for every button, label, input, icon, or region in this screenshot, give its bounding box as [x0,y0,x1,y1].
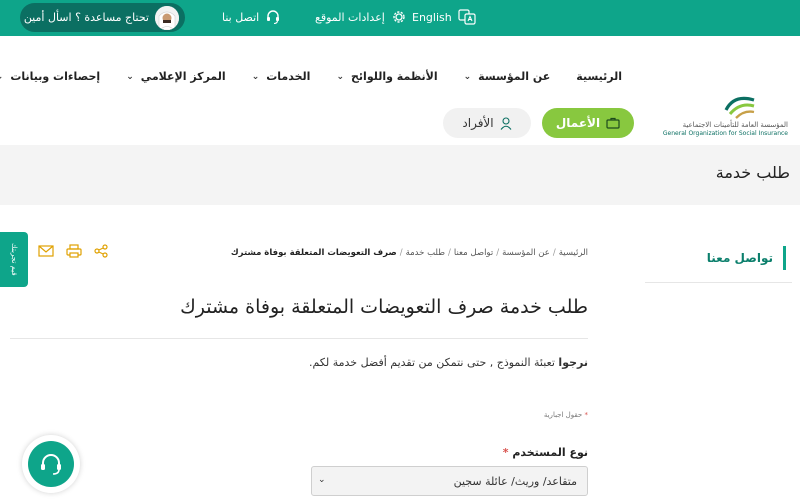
breadcrumb-separator: / [448,248,451,258]
headset-icon [41,454,61,475]
logo-name-en: General Organization for Social Insuranc… [662,130,788,137]
content-divider [10,338,588,339]
user-type-value: متقاعد/ وريث/ عائلة سجين [453,475,577,488]
printer-icon [66,244,82,258]
nav-item-statistics[interactable]: إحصاءات وبيانات ⌄ [0,70,100,83]
briefcase-icon [606,117,620,129]
sidebar-divider [645,282,792,283]
chevron-down-icon: ⌄ [336,71,344,82]
top-bar: تحتاج مساعدة ؟ اسأل أمين اتصل بنا إعدادا… [0,0,800,36]
breadcrumb-separator: / [496,248,500,258]
assistant-button[interactable]: تحتاج مساعدة ؟ اسأل أمين [20,3,185,32]
individuals-button[interactable]: الأفراد [443,108,531,138]
chevron-down-icon: ⌄ [463,71,472,82]
language-label: English [412,10,452,24]
service-title: طلب خدمة صرف التعويضات المتعلقة بوفاة مش… [180,296,588,318]
print-button[interactable] [65,244,83,258]
share-icon [94,244,108,258]
nav-item-label: الرئيسية [576,70,622,83]
site-settings-link[interactable]: إعدادات الموقع [315,9,407,25]
nav-item-about[interactable]: عن المؤسسة ⌄ [464,70,551,83]
nav-item-label: المركز الإعلامي [140,70,226,83]
nav-item-label: عن المؤسسة [478,70,551,83]
chevron-down-icon: ⌄ [126,71,134,82]
assistant-avatar [155,5,179,30]
business-label: الأعمال [555,116,601,130]
user-icon [500,116,512,130]
required-fields-note: * حقول اجبارية [544,411,588,419]
breadcrumb-home[interactable]: الرئيسية [559,248,588,258]
chevron-down-icon: ⌄ [251,71,260,82]
nav-item-services[interactable]: الخدمات ⌄ [252,70,311,83]
share-button[interactable] [92,244,110,258]
breadcrumb: الرئيسية/عن المؤسسة/تواصل معنا/طلب خدمة/… [231,248,588,258]
nav-item-home[interactable]: الرئيسية [576,70,622,83]
assistant-label: تحتاج مساعدة ؟ اسأل أمين [23,11,149,24]
feedback-side-tab[interactable]: قيم تجربتك [0,232,28,287]
feedback-label: قيم تجربتك [10,243,18,276]
required-note-text: حقول اجبارية [543,411,583,419]
nav-item-regulations[interactable]: الأنظمة واللوائح ⌄ [336,70,437,83]
support-chat-button[interactable] [22,435,80,493]
business-button[interactable]: الأعمال [542,108,634,138]
sidebar-contact-title[interactable]: تواصل معنا [707,246,786,270]
page-title: طلب خدمة [715,163,790,182]
breadcrumb-separator: / [552,248,556,258]
envelope-icon [38,245,54,257]
language-switch[interactable]: English [412,9,476,25]
required-star: * [502,446,509,459]
user-type-select[interactable]: متقاعد/ وريث/ عائلة سجين ⌄ [311,466,588,496]
page-title-band: طلب خدمة [0,145,800,205]
intro-text: نرجوا تعبئة النموذج , حتى نتمكن من تقديم… [309,356,588,369]
email-share-button[interactable] [37,244,55,258]
breadcrumb-separator: / [399,248,403,258]
nav-item-label: الخدمات [266,70,311,83]
intro-bold: نرجوا [558,356,588,369]
logo-name-ar: المؤسسة العامة للتأمينات الاجتماعية [682,121,788,129]
user-type-label-text: نوع المستخدم [512,446,588,459]
breadcrumb-about[interactable]: عن المؤسسة [502,248,550,258]
nav-item-label: إحصاءات وبيانات [10,70,101,83]
nav-item-media-center[interactable]: المركز الإعلامي ⌄ [126,70,226,83]
headset-icon [267,10,280,25]
nav-item-label: الأنظمة واللوائح [350,70,438,83]
contact-link[interactable]: اتصل بنا [222,9,281,25]
intro-rest: تعبئة النموذج , حتى نتمكن من تقديم أفضل … [308,356,555,369]
chevron-down-icon: ⌄ [0,72,3,82]
contact-label: اتصل بنا [222,10,260,24]
breadcrumb-current: صرف التعويضات المتعلقة بوفاة مشترك [230,248,397,258]
breadcrumb-contact[interactable]: تواصل معنا [454,248,493,258]
support-chat-inner [28,441,74,487]
gosi-logo[interactable]: المؤسسة العامة للتأمينات الاجتماعية Gene… [663,92,788,138]
user-type-label: نوع المستخدم * [503,446,588,459]
gosi-emblem-icon [724,96,755,119]
site-settings-label: إعدادات الموقع [315,10,385,24]
chevron-down-icon: ⌄ [318,475,326,485]
required-star: * [584,411,589,419]
translate-icon [458,9,476,25]
gear-icon [393,11,405,23]
individuals-label: الأفراد [462,116,494,130]
main-nav: الرئيسية عن المؤسسة ⌄ الأنظمة واللوائح ⌄… [0,70,622,83]
breadcrumb-service-request[interactable]: طلب خدمة [406,248,445,258]
